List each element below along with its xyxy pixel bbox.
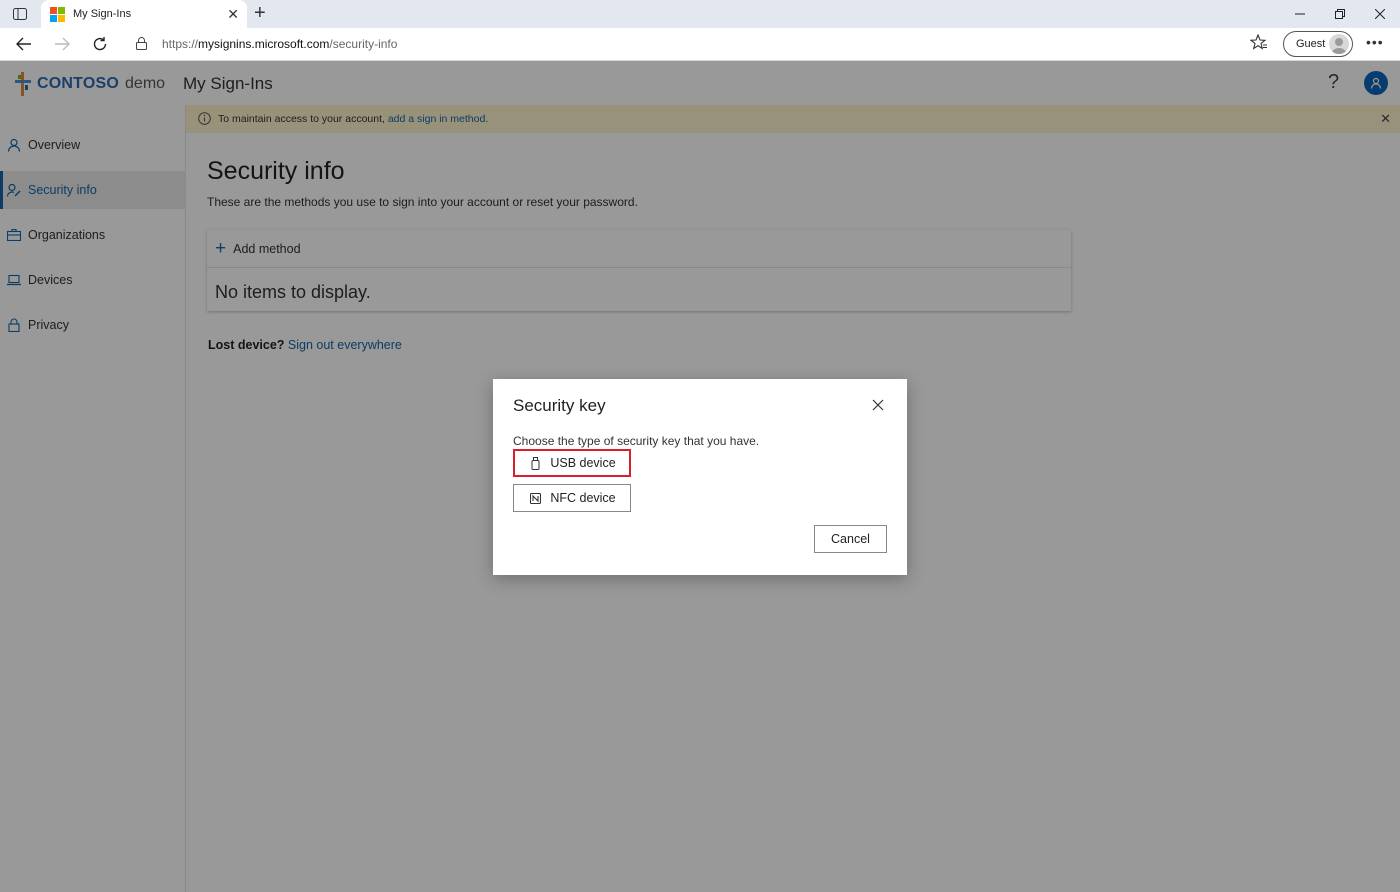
restore-icon[interactable] [1320,0,1360,28]
back-arrow-icon[interactable] [11,32,37,56]
window-controls [1280,0,1400,28]
refresh-icon[interactable] [87,32,113,56]
tab-actions-icon[interactable] [8,5,32,23]
url-prefix: https:// [162,37,199,51]
nfc-device-label: NFC device [550,491,616,505]
lock-icon[interactable] [136,37,147,55]
minimize-icon[interactable] [1280,0,1320,28]
usb-icon [528,456,542,470]
tab-close-icon[interactable]: ✕ [227,6,239,22]
tab-title: My Sign-Ins [73,8,132,20]
usb-device-button[interactable]: USB device [513,449,631,477]
url-text[interactable]: https://mysignins.microsoft.com/security… [162,37,397,51]
url-host: mysignins.microsoft.com [198,37,330,51]
app-container: CONTOSO demo My Sign-Ins ? Overview Secu… [0,61,1400,892]
address-bar[interactable]: https://mysignins.microsoft.com/security… [124,31,1236,57]
nfc-device-button[interactable]: NFC device [513,484,631,512]
dialog-description: Choose the type of security key that you… [513,434,760,448]
url-path: /security-info [329,37,398,51]
forward-arrow-icon[interactable] [49,32,75,56]
guest-avatar-icon [1329,34,1349,54]
nfc-icon [528,491,542,505]
browser-toolbar: https://mysignins.microsoft.com/security… [0,28,1400,61]
cancel-button[interactable]: Cancel [814,525,887,553]
dialog-title: Security key [513,396,606,415]
close-icon[interactable] [872,398,884,416]
usb-device-label: USB device [550,456,616,470]
profile-label: Guest [1296,38,1326,50]
browser-tab[interactable]: My Sign-Ins ✕ [41,0,247,28]
microsoft-logo-icon [50,7,65,22]
profile-button[interactable]: Guest [1283,31,1353,57]
new-tab-icon[interactable]: + [254,3,266,23]
security-key-dialog: Security key Choose the type of security… [493,379,907,575]
favorites-icon[interactable] [1249,33,1268,55]
close-window-icon[interactable] [1360,0,1400,28]
browser-tabstrip: My Sign-Ins ✕ + [0,0,1400,28]
more-options-icon[interactable]: ••• [1366,34,1384,50]
